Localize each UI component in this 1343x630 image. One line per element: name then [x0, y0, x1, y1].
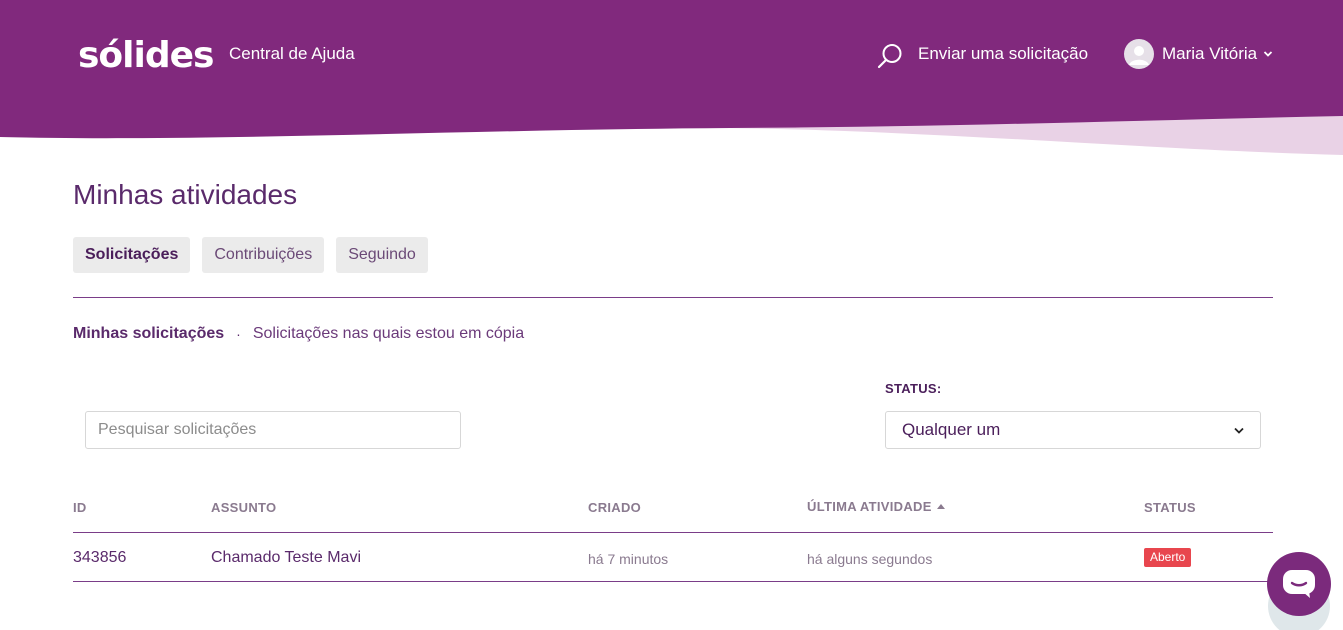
chat-widget-button[interactable]: [1267, 552, 1331, 616]
solides-logo[interactable]: sólides: [78, 36, 214, 76]
request-created: há 7 minutos: [588, 551, 669, 567]
sub-nav-separator: ·: [236, 326, 241, 342]
header-background: [0, 0, 1343, 155]
column-header-status: STATUS: [1144, 500, 1196, 515]
help-center-title[interactable]: Central de Ajuda: [229, 44, 355, 64]
status-select-value: Qualquer um: [902, 420, 1001, 439]
table-header-divider: [73, 532, 1273, 533]
column-header-last-activity[interactable]: ÚLTIMA ATIVIDADE: [807, 499, 945, 515]
table-row-divider: [73, 581, 1273, 582]
sort-ascending-icon: [936, 504, 945, 509]
request-last-activity: há alguns segundos: [807, 551, 933, 567]
column-header-last-activity-label: ÚLTIMA ATIVIDADE: [807, 499, 932, 514]
site-header: sólides Central de Ajuda Enviar uma soli…: [0, 0, 1343, 160]
requests-sub-nav: Minhas solicitações · Solicitações nas q…: [73, 324, 524, 344]
search-icon[interactable]: [877, 43, 903, 69]
activity-tabs: Solicitações Contribuições Seguindo: [73, 237, 428, 273]
column-header-id: ID: [73, 500, 87, 515]
column-header-subject: ASSUNTO: [211, 500, 277, 515]
send-request-link[interactable]: Enviar uma solicitação: [918, 44, 1088, 64]
tab-contribuicoes[interactable]: Contribuições: [202, 237, 325, 273]
page-title: Minhas atividades: [73, 179, 298, 210]
tab-solicitacoes[interactable]: Solicitações: [73, 237, 191, 273]
search-requests-input[interactable]: [85, 411, 461, 449]
chat-bubble-icon: [1283, 570, 1315, 598]
chevron-down-icon: [1234, 427, 1244, 434]
sub-nav-cc-requests[interactable]: Solicitações nas quais estou em cópia: [253, 324, 524, 344]
user-avatar-icon: [1124, 39, 1154, 69]
request-subject-link[interactable]: Chamado Teste Mavi: [211, 548, 361, 568]
status-select[interactable]: Qualquer um: [885, 411, 1261, 449]
sub-nav-my-requests: Minhas solicitações: [73, 325, 225, 342]
column-header-created[interactable]: CRIADO: [588, 500, 641, 516]
user-menu[interactable]: Maria Vitória: [1124, 39, 1273, 69]
user-name: Maria Vitória: [1162, 44, 1258, 63]
chevron-down-icon: [1263, 51, 1273, 57]
tab-seguindo[interactable]: Seguindo: [336, 237, 428, 273]
status-filter-label: STATUS:: [885, 381, 942, 396]
status-badge: Aberto: [1144, 548, 1192, 567]
tabs-divider: [73, 297, 1273, 298]
request-id: 343856: [73, 549, 127, 566]
